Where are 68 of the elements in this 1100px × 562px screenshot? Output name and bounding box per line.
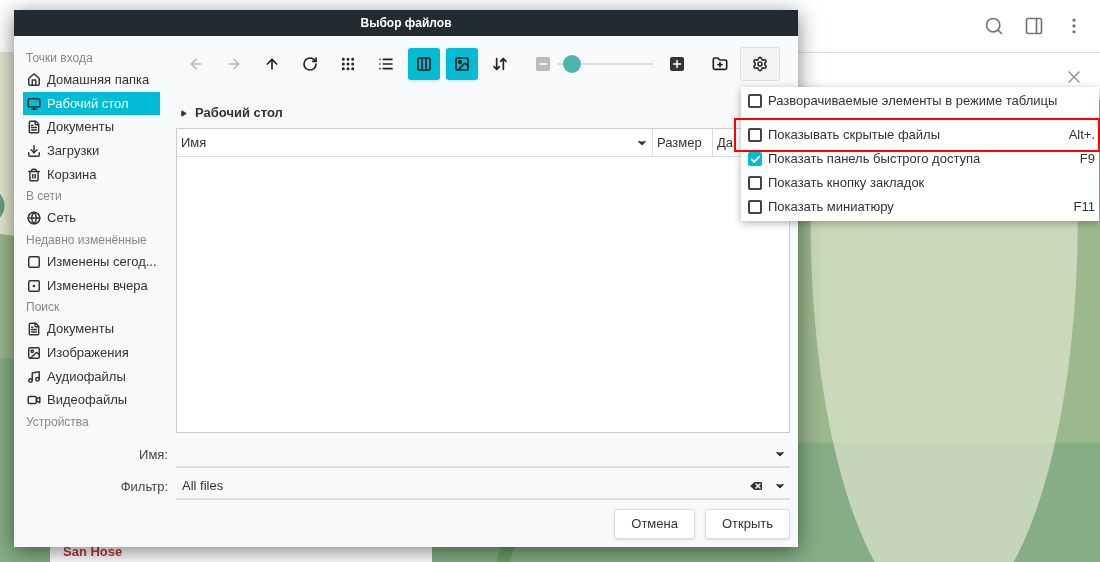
name-label: Имя: — [138, 446, 168, 465]
download-icon — [27, 143, 41, 158]
menu-item[interactable]: Показать кнопку закладок — [741, 171, 1099, 195]
checkbox[interactable] — [748, 200, 762, 214]
grid-icon — [340, 56, 356, 72]
sidebar-header: Устройства — [25, 414, 90, 432]
side-panel-icon[interactable] — [1024, 16, 1044, 36]
sidebar-item[interactable]: Изменены вчера — [23, 273, 160, 298]
checkbox[interactable] — [748, 176, 762, 190]
checkbox[interactable] — [748, 152, 762, 166]
home-icon — [27, 72, 41, 87]
zoom-in-icon[interactable] — [670, 57, 684, 71]
sidebar-header: В сети — [25, 188, 63, 206]
expand-arrow-icon[interactable] — [180, 109, 187, 117]
new-folder-icon[interactable] — [712, 56, 728, 72]
menu-item[interactable]: Показать панель быстрого доступа F9 — [741, 147, 1099, 171]
sidebar-header: Точки входа — [25, 50, 94, 67]
menu-item[interactable]: Разворачиваемые элементы в режиме таблицы — [741, 89, 1099, 113]
list-icon — [378, 56, 394, 72]
sidebar-item[interactable]: Корзина — [23, 162, 160, 187]
filter-label: Фильтр: — [119, 478, 168, 497]
document-icon — [27, 120, 41, 135]
window-title: Выбор файлов — [360, 15, 452, 32]
slider-thumb[interactable] — [563, 55, 582, 73]
sidebar-item[interactable]: Документы — [23, 115, 160, 139]
image-icon — [27, 345, 41, 360]
sidebar-item[interactable]: Изображения — [23, 341, 160, 365]
toolbar-button[interactable] — [446, 48, 478, 80]
sidebar-item[interactable]: Изменены сегод... — [23, 250, 160, 274]
settings-button[interactable] — [740, 47, 780, 81]
globe-icon — [27, 211, 41, 226]
refresh-icon — [302, 56, 318, 72]
check-icon — [749, 153, 761, 165]
column-header[interactable]: Размер — [653, 129, 713, 156]
sidebar-item[interactable]: Сеть — [23, 206, 160, 231]
trash-icon — [27, 167, 41, 182]
open-button[interactable]: Открыть — [704, 509, 790, 539]
sidebar-item[interactable]: Загрузки — [23, 139, 160, 163]
sidebar-header: Поиск — [25, 299, 61, 317]
back-icon — [188, 56, 204, 72]
clear-icon[interactable] — [748, 478, 764, 494]
music-icon — [27, 369, 41, 384]
place-name: San Hose — [63, 542, 124, 561]
sidebar-item[interactable]: Аудиофайлы — [23, 364, 160, 389]
forward-icon — [226, 56, 242, 72]
sidebar-item[interactable]: Видеофайлы — [23, 388, 160, 413]
document-icon — [27, 322, 41, 337]
shortcut-text: F11 — [1073, 198, 1095, 217]
cancel-button[interactable]: Отмена — [614, 509, 695, 539]
sidebar-item[interactable]: Домашняя папка — [23, 68, 160, 92]
column-header[interactable]: Имя — [177, 129, 653, 156]
sidebar-header: Недавно изменённые — [25, 232, 148, 250]
square-icon — [27, 254, 41, 269]
sidebar-item[interactable]: Документы — [23, 317, 160, 342]
menu-item[interactable]: Показать миниатюру F11 — [741, 195, 1099, 219]
filter-field[interactable]: All files — [176, 474, 790, 500]
settings-icon — [752, 56, 768, 72]
checkbox[interactable] — [748, 94, 762, 108]
zoom-slider[interactable] — [558, 54, 654, 74]
columns-icon — [416, 56, 432, 72]
image-icon — [454, 56, 470, 72]
sort-icon — [492, 56, 508, 72]
search-icon[interactable] — [984, 16, 1004, 36]
monitor-icon — [27, 96, 41, 111]
shortcut-text: Alt+. — [1068, 126, 1095, 145]
path-label: Рабочий стол — [195, 104, 283, 123]
checkbox[interactable] — [748, 128, 762, 142]
shortcut-text: F9 — [1079, 150, 1095, 169]
